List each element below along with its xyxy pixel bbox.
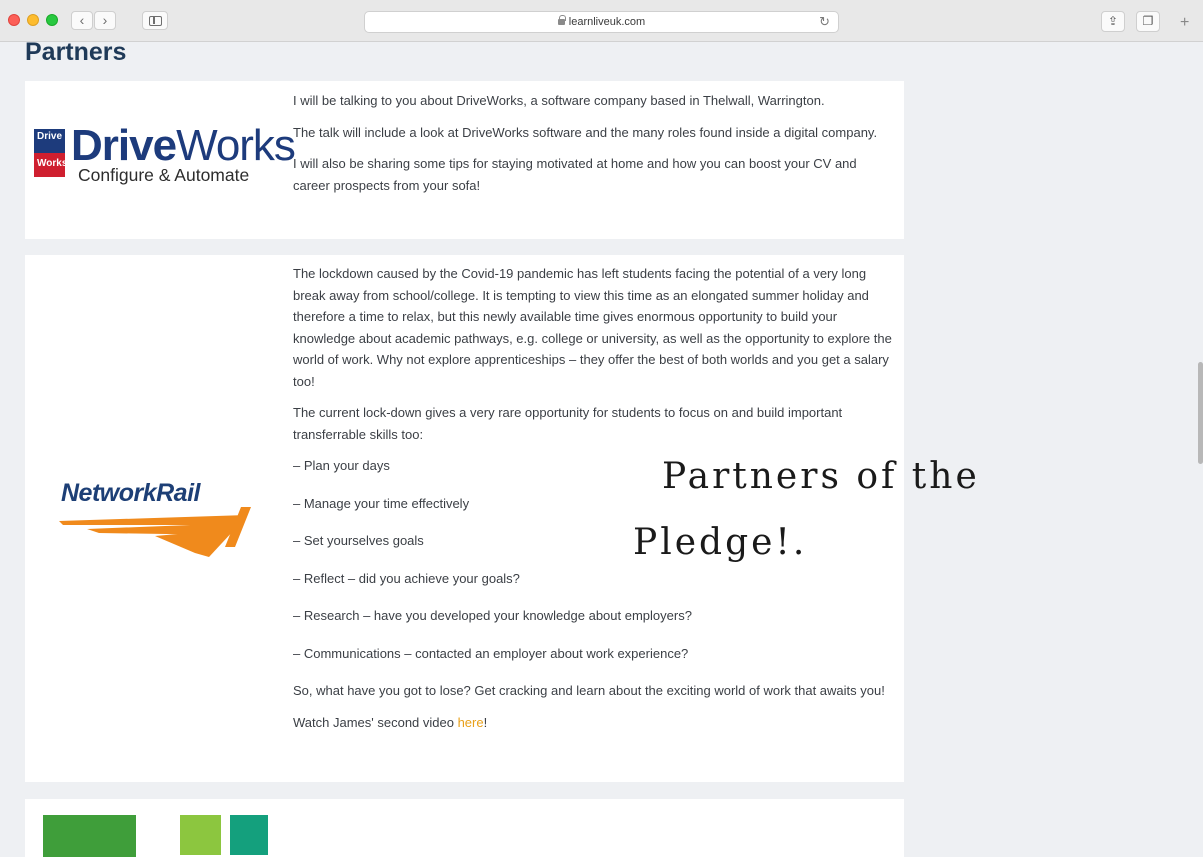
partner-card-networkrail: NetworkRail The lockdown caused by the C… — [25, 255, 904, 782]
driveworks-description: I will be talking to you about DriveWork… — [293, 90, 892, 206]
driveworks-wordmark-bold: Drive — [71, 121, 177, 170]
address-bar[interactable]: learnliveuk.com ↻ — [364, 11, 839, 33]
sidebar-toggle-button[interactable] — [142, 11, 168, 30]
chevron-left-icon: ‹ — [79, 12, 85, 28]
networkrail-arrows-icon — [59, 507, 251, 557]
share-button[interactable]: ⇪ — [1101, 11, 1125, 32]
share-icon: ⇪ — [1107, 14, 1119, 28]
driveworks-paragraph: I will be talking to you about DriveWork… — [293, 93, 825, 108]
forward-button[interactable]: › — [94, 11, 116, 30]
url-text: learnliveuk.com — [568, 16, 646, 28]
tabs-icon: ❐ — [1142, 14, 1154, 28]
partner-card-third — [25, 799, 904, 857]
minimize-window-button[interactable] — [27, 14, 39, 26]
driveworks-badge-bottom: Works — [34, 153, 67, 177]
networkrail-logo: NetworkRail — [59, 479, 259, 561]
partner-logo-block-2 — [180, 815, 221, 855]
page-title: Partners — [25, 38, 127, 66]
driveworks-logo: Drive Works DriveWorks Configure & Autom… — [34, 121, 296, 189]
driveworks-wordmark: DriveWorks — [71, 121, 296, 171]
lock-icon — [557, 15, 566, 25]
partner-card-driveworks: Drive Works DriveWorks Configure & Autom… — [25, 81, 904, 239]
driveworks-paragraph: The talk will include a look at DriveWor… — [293, 124, 878, 140]
skill-item: – Communications – contacted an employer… — [293, 645, 689, 661]
fullscreen-window-button[interactable] — [46, 14, 58, 26]
networkrail-skills-intro: The current lock-down gives a very rare … — [293, 405, 843, 442]
driveworks-tagline: Configure & Automate — [78, 165, 250, 185]
networkrail-description: The lockdown caused by the Covid-19 pand… — [293, 263, 892, 743]
partner-logo-block-3 — [230, 815, 268, 855]
chevron-right-icon: › — [102, 12, 108, 28]
sidebar-icon — [149, 16, 162, 26]
networkrail-closing: So, what have you got to lose? Get crack… — [293, 683, 885, 698]
reload-icon[interactable]: ↻ — [819, 12, 830, 32]
close-window-button[interactable] — [8, 14, 20, 26]
video-line: Watch James' second video here! — [293, 712, 892, 734]
skill-item: – Reflect – did you achieve your goals? — [293, 570, 520, 586]
driveworks-wordmark-rest: Works — [176, 121, 296, 170]
scrollbar-thumb[interactable] — [1198, 362, 1203, 464]
networkrail-intro: The lockdown caused by the Covid-19 pand… — [293, 266, 892, 389]
handwritten-annotation-line2: Pledge!. — [633, 522, 808, 563]
driveworks-paragraph: I will also be sharing some tips for sta… — [293, 156, 857, 193]
new-tab-button[interactable]: + — [1180, 14, 1189, 32]
handwritten-annotation-line1: Partners of the — [662, 456, 980, 497]
video-suffix: ! — [483, 714, 488, 730]
show-tabs-button[interactable]: ❐ — [1136, 11, 1160, 32]
video-link[interactable]: here — [458, 715, 484, 730]
partner-logo-block-1 — [43, 815, 136, 857]
skill-item: – Research – have you developed your kno… — [293, 608, 692, 623]
driveworks-badge-top: Drive — [34, 129, 65, 153]
video-prefix: Watch James' second video — [293, 714, 458, 730]
browser-toolbar: ‹ › learnliveuk.com ↻ ⇪ ❐ + — [0, 0, 1203, 42]
back-button[interactable]: ‹ — [71, 11, 93, 30]
